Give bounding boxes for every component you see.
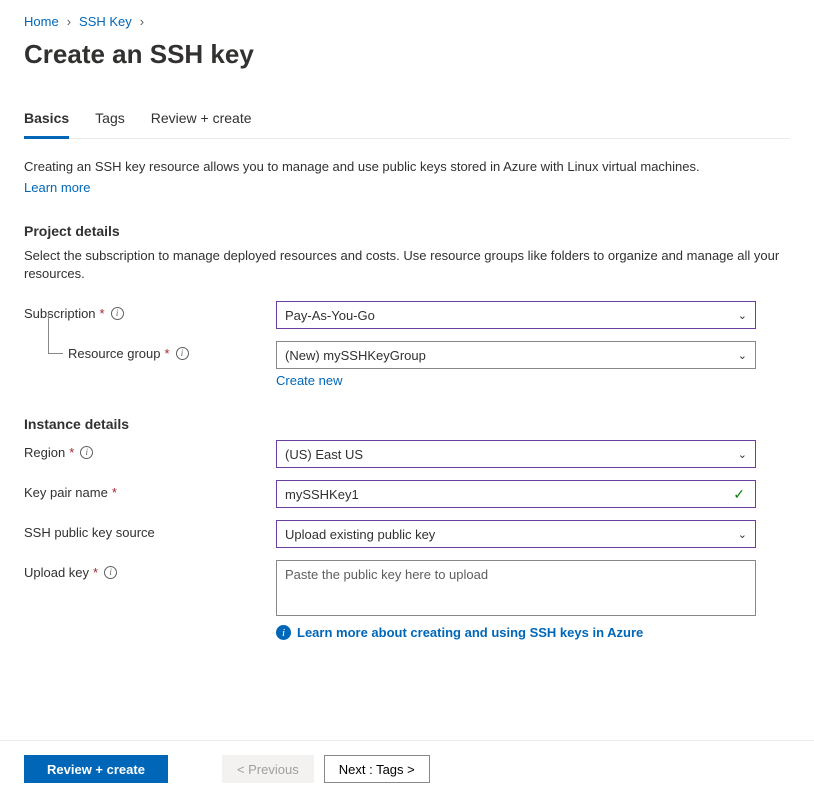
chevron-down-icon: ⌄ [738, 349, 747, 362]
region-select[interactable]: (US) East US ⌄ [276, 440, 756, 468]
learn-more-ssh-link[interactable]: Learn more about creating and using SSH … [297, 625, 643, 640]
page-title: Create an SSH key [24, 39, 790, 70]
instance-details-heading: Instance details [24, 416, 790, 432]
region-label: Region * i [24, 440, 276, 460]
breadcrumb-home[interactable]: Home [24, 14, 59, 29]
upload-key-label: Upload key * i [24, 560, 276, 580]
keypair-name-label: Key pair name * [24, 480, 276, 500]
required-icon: * [112, 485, 117, 500]
required-icon: * [100, 306, 105, 321]
subscription-select[interactable]: Pay-As-You-Go ⌄ [276, 301, 756, 329]
review-create-button[interactable]: Review + create [24, 755, 168, 783]
footer: Review + create < Previous Next : Tags > [0, 740, 814, 797]
resource-group-select[interactable]: (New) mySSHKeyGroup ⌄ [276, 341, 756, 369]
chevron-right-icon: › [67, 14, 71, 29]
project-details-heading: Project details [24, 223, 790, 239]
tab-basics[interactable]: Basics [24, 110, 69, 139]
learn-more-link[interactable]: Learn more [24, 180, 90, 195]
tab-review[interactable]: Review + create [151, 110, 252, 138]
next-button[interactable]: Next : Tags > [324, 755, 430, 783]
check-icon: ✓ [733, 486, 745, 503]
chevron-down-icon: ⌄ [738, 448, 747, 461]
breadcrumb-sshkey[interactable]: SSH Key [79, 14, 132, 29]
source-select[interactable]: Upload existing public key ⌄ [276, 520, 756, 548]
chevron-right-icon: › [140, 14, 144, 29]
info-icon[interactable]: i [111, 307, 124, 320]
info-solid-icon: i [276, 625, 291, 640]
required-icon: * [69, 445, 74, 460]
tab-tags[interactable]: Tags [95, 110, 125, 138]
previous-button: < Previous [222, 755, 314, 783]
create-new-link[interactable]: Create new [276, 373, 342, 388]
chevron-down-icon: ⌄ [738, 309, 747, 322]
resource-group-label: Resource group * i [24, 341, 276, 361]
required-icon: * [93, 565, 98, 580]
tabs: Basics Tags Review + create [24, 110, 790, 139]
info-icon[interactable]: i [176, 347, 189, 360]
intro-text: Creating an SSH key resource allows you … [24, 157, 790, 176]
upload-key-textarea[interactable] [276, 560, 756, 616]
keypair-name-input[interactable]: mySSHKey1 ✓ [276, 480, 756, 508]
breadcrumb: Home › SSH Key › [24, 14, 790, 29]
project-details-desc: Select the subscription to manage deploy… [24, 247, 790, 283]
info-icon[interactable]: i [104, 566, 117, 579]
info-icon[interactable]: i [80, 446, 93, 459]
required-icon: * [165, 346, 170, 361]
source-label: SSH public key source [24, 520, 276, 540]
chevron-down-icon: ⌄ [738, 528, 747, 541]
